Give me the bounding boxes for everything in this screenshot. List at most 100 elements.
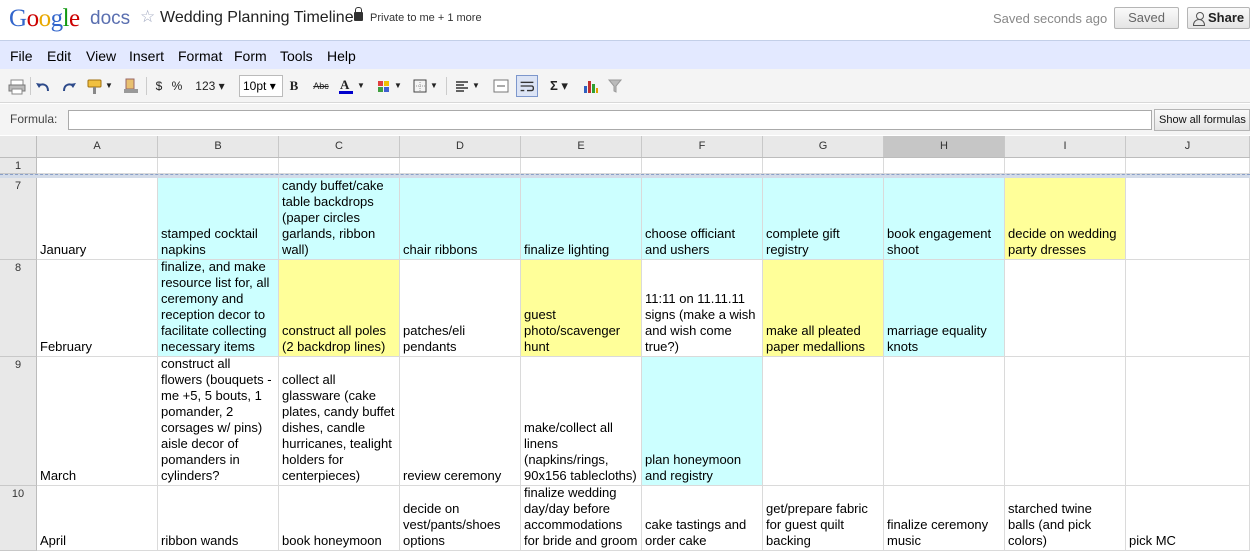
cell[interactable]: review ceremony: [400, 357, 521, 486]
sharing-status-link[interactable]: Private to me + 1 more: [370, 12, 482, 24]
wrap-text-icon[interactable]: [516, 75, 538, 97]
menu-form[interactable]: Form: [234, 48, 267, 64]
cell[interactable]: get/prepare fabric for guest quilt backi…: [763, 486, 884, 551]
number-format-dropdown[interactable]: 123 ▾: [192, 75, 228, 97]
formula-input[interactable]: [68, 110, 1152, 130]
cell[interactable]: [1126, 178, 1250, 260]
fill-color-icon[interactable]: [376, 75, 392, 97]
star-icon[interactable]: ☆: [140, 7, 155, 27]
cell[interactable]: guest photo/scavenger hunt: [521, 260, 642, 357]
cell[interactable]: book engagement shoot: [884, 178, 1005, 260]
functions-dropdown[interactable]: Σ ▾: [545, 75, 573, 97]
show-all-formulas-button[interactable]: Show all formulas: [1154, 109, 1250, 131]
chevron-down-icon[interactable]: ▼: [394, 75, 402, 97]
cell[interactable]: finalize, and make resource list for, al…: [158, 260, 279, 357]
strikethrough-button[interactable]: Abc: [310, 75, 332, 97]
currency-format-button[interactable]: $: [152, 75, 166, 97]
share-button[interactable]: Share: [1187, 7, 1250, 29]
cell[interactable]: book honeymoon: [279, 486, 400, 551]
clear-format-icon[interactable]: [122, 75, 140, 97]
undo-icon[interactable]: [34, 75, 52, 97]
cell[interactable]: [1126, 357, 1250, 486]
cell[interactable]: [763, 158, 884, 174]
cell[interactable]: 11:11 on 11.11.11 signs (make a wish and…: [642, 260, 763, 357]
cell[interactable]: [1005, 158, 1126, 174]
cell[interactable]: [158, 158, 279, 174]
column-header-f[interactable]: F: [642, 136, 763, 157]
row-header[interactable]: 1: [0, 158, 37, 174]
borders-icon[interactable]: [412, 75, 428, 97]
paint-format-icon[interactable]: [86, 75, 104, 97]
cell[interactable]: [1126, 158, 1250, 174]
cell[interactable]: [642, 158, 763, 174]
cell[interactable]: decide on vest/pants/shoes options: [400, 486, 521, 551]
chevron-down-icon[interactable]: ▼: [357, 75, 365, 97]
column-header-c[interactable]: C: [279, 136, 400, 157]
cell[interactable]: make/collect all linens (napkins/rings, …: [521, 357, 642, 486]
cell[interactable]: [400, 158, 521, 174]
menu-insert[interactable]: Insert: [129, 48, 164, 64]
menu-help[interactable]: Help: [327, 48, 356, 64]
text-color-icon[interactable]: A: [337, 75, 357, 97]
cell[interactable]: January: [37, 178, 158, 260]
cell[interactable]: [279, 158, 400, 174]
print-icon[interactable]: [8, 75, 26, 97]
column-header-i[interactable]: I: [1005, 136, 1126, 157]
cell[interactable]: [884, 357, 1005, 486]
document-title[interactable]: Wedding Planning Timeline: [160, 9, 354, 27]
bold-button[interactable]: B: [287, 75, 301, 97]
menu-edit[interactable]: Edit: [47, 48, 71, 64]
cell[interactable]: ribbon wands: [158, 486, 279, 551]
row-header[interactable]: 7: [0, 178, 37, 260]
cell[interactable]: collect all glassware (cake plates, cand…: [279, 357, 400, 486]
column-header-e[interactable]: E: [521, 136, 642, 157]
cell[interactable]: complete gift registry: [763, 178, 884, 260]
filter-icon[interactable]: [607, 75, 623, 97]
column-header-a[interactable]: A: [37, 136, 158, 157]
cell[interactable]: pick MC: [1126, 486, 1250, 551]
cell[interactable]: cake tastings and order cake: [642, 486, 763, 551]
cell[interactable]: finalize lighting: [521, 178, 642, 260]
merge-cells-icon[interactable]: [492, 75, 510, 97]
menu-format[interactable]: Format: [178, 48, 222, 64]
cell[interactable]: [1005, 260, 1126, 357]
cell[interactable]: make all pleated paper medallions: [763, 260, 884, 357]
chevron-down-icon[interactable]: ▼: [472, 75, 480, 97]
chevron-down-icon[interactable]: ▼: [105, 75, 113, 97]
row-header[interactable]: 8: [0, 260, 37, 357]
cell[interactable]: construct all poles (2 backdrop lines): [279, 260, 400, 357]
cell[interactable]: decide on wedding party dresses: [1005, 178, 1126, 260]
cell[interactable]: [521, 158, 642, 174]
column-header-b[interactable]: B: [158, 136, 279, 157]
cell[interactable]: patches/eli pendants: [400, 260, 521, 357]
cell[interactable]: stamped cocktail napkins: [158, 178, 279, 260]
cell[interactable]: chair ribbons: [400, 178, 521, 260]
saved-button[interactable]: Saved: [1114, 7, 1179, 29]
column-header-g[interactable]: G: [763, 136, 884, 157]
row-header[interactable]: 9: [0, 357, 37, 486]
cell[interactable]: March: [37, 357, 158, 486]
google-logo[interactable]: Google: [9, 4, 80, 33]
select-all-corner[interactable]: [0, 136, 37, 157]
cell[interactable]: construct all flowers (bouquets - me +5,…: [158, 357, 279, 486]
cell[interactable]: [1005, 357, 1126, 486]
cell[interactable]: April: [37, 486, 158, 551]
cell[interactable]: plan honeymoon and registry: [642, 357, 763, 486]
cell[interactable]: choose officiant and ushers: [642, 178, 763, 260]
cell[interactable]: starched twine balls (and pick colors): [1005, 486, 1126, 551]
row-header[interactable]: 10: [0, 486, 37, 551]
cell[interactable]: [1126, 260, 1250, 357]
align-icon[interactable]: [454, 75, 470, 97]
cell[interactable]: finalize ceremony music: [884, 486, 1005, 551]
column-header-j[interactable]: J: [1126, 136, 1250, 157]
docs-product-name[interactable]: docs: [90, 8, 130, 30]
chart-icon[interactable]: [582, 75, 600, 97]
menu-tools[interactable]: Tools: [280, 48, 313, 64]
cell[interactable]: marriage equality knots: [884, 260, 1005, 357]
menu-file[interactable]: File: [10, 48, 33, 64]
menu-view[interactable]: View: [86, 48, 116, 64]
font-size-dropdown[interactable]: 10pt ▾: [239, 75, 283, 97]
redo-icon[interactable]: [60, 75, 78, 97]
cell[interactable]: [37, 158, 158, 174]
cell[interactable]: [884, 158, 1005, 174]
